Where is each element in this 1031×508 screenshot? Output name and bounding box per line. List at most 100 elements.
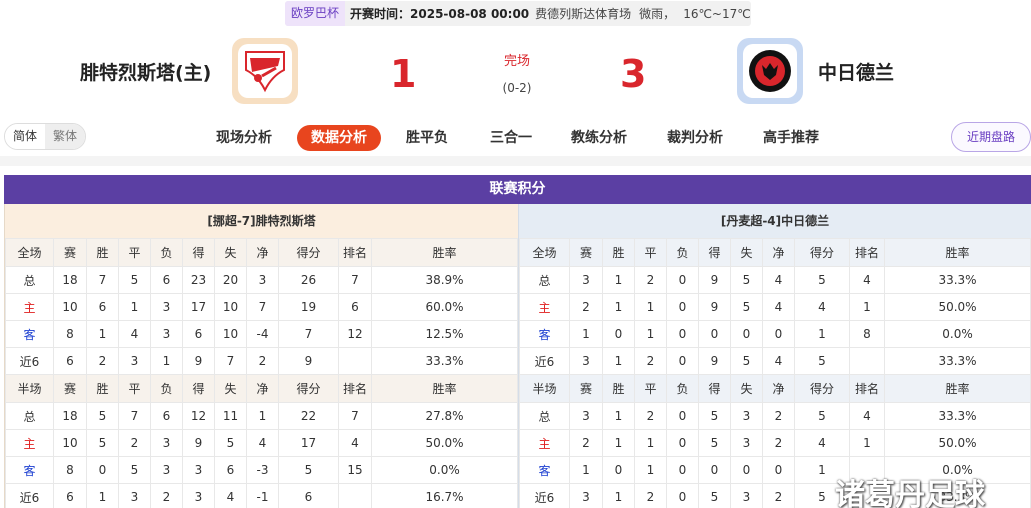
- table-cell: 7: [278, 320, 339, 348]
- table-cell: 2: [634, 266, 667, 294]
- table-cell: -4: [246, 320, 279, 348]
- row-label: 客: [519, 456, 570, 484]
- table-cell: 18: [53, 266, 87, 294]
- table-row: 客 1 0 1 0 0 0 0 1 8 0.0%: [519, 320, 1031, 348]
- table-cell: 4: [762, 266, 795, 294]
- table-cell: 2: [118, 429, 151, 457]
- table-cell: 1: [246, 402, 279, 430]
- table-cell: 0: [666, 347, 699, 375]
- table-cell: 4: [849, 402, 885, 430]
- table-cell: 1: [602, 483, 635, 508]
- tab-live-analysis[interactable]: 现场分析: [216, 125, 272, 151]
- recent-odds-button[interactable]: 近期盘路: [951, 122, 1031, 152]
- match-page: 欧罗巴杯 开赛时间：2025-08-08 00:00 费德列斯达体育场 微雨， …: [0, 0, 1031, 508]
- table-cell: 3: [246, 266, 279, 294]
- tab-coach-analysis[interactable]: 教练分析: [571, 125, 627, 151]
- table-cell: 5: [794, 347, 850, 375]
- table-cell: 1: [849, 293, 885, 321]
- table-cell: 9: [182, 429, 215, 457]
- table-cell: 1: [849, 429, 885, 457]
- table-cell: 38.9%: [371, 266, 518, 294]
- table-cell: 2: [246, 347, 279, 375]
- table-cell: 20: [214, 266, 247, 294]
- row-label: 主: [5, 429, 54, 457]
- table-cell: 4: [246, 429, 279, 457]
- league-tag[interactable]: 欧罗巴杯: [285, 1, 346, 26]
- table-cell: 2: [569, 293, 603, 321]
- tab-win-draw-lose[interactable]: 胜平负: [406, 125, 448, 151]
- row-label: 客: [5, 320, 54, 348]
- table-cell: 12.5%: [371, 320, 518, 348]
- table-cell: 9: [182, 347, 215, 375]
- away-team-logo[interactable]: [737, 38, 803, 104]
- home-standings-table: 全场赛胜平负得失净得分 排名 胜率总 18 7 5 6 23 20 3 26 7 38.9% 主 10 6 1 3…: [5, 238, 518, 508]
- row-label: 总: [519, 402, 570, 430]
- table-cell: [849, 347, 885, 375]
- table-cell: 33.3%: [884, 347, 1031, 375]
- away-standings-title: [丹麦超-4]中日德兰: [519, 204, 1031, 238]
- halftime-score: (0-2): [502, 81, 532, 95]
- column-header: 失: [730, 238, 763, 267]
- table-cell: 18: [53, 402, 87, 430]
- section-label: 半场: [5, 374, 54, 403]
- column-header: 赛: [53, 374, 87, 403]
- column-header: 胜: [602, 238, 635, 267]
- table-cell: 5: [118, 266, 151, 294]
- table-cell: 1: [634, 293, 667, 321]
- table-cell: 0: [666, 320, 699, 348]
- column-header: 赛: [569, 238, 603, 267]
- section-label: 全场: [519, 238, 570, 267]
- table-cell: 2: [150, 483, 183, 508]
- away-standings: [丹麦超-4]中日德兰 全场赛胜平负得失净得分 排名 胜率总 3 1 2 0 9 5 4 5 4 33.…: [518, 204, 1031, 508]
- fredrikstad-crest-icon: [245, 51, 285, 93]
- table-cell: 5: [698, 483, 731, 508]
- table-cell: 7: [118, 402, 151, 430]
- table-cell: 0: [666, 456, 699, 484]
- away-score: 3: [620, 52, 647, 96]
- tab-referee-analysis[interactable]: 裁判分析: [667, 125, 723, 151]
- away-team-name[interactable]: 中日德兰: [818, 58, 894, 85]
- home-team-name[interactable]: 腓特烈斯塔(主): [80, 58, 211, 85]
- table-cell: 6: [53, 347, 87, 375]
- row-label: 总: [5, 402, 54, 430]
- half-header-row: 半场赛胜平负得失净得分 排名 胜率: [5, 374, 518, 403]
- tab-three-in-one[interactable]: 三合一: [490, 125, 532, 151]
- lang-traditional-button[interactable]: 繁体: [45, 124, 85, 149]
- weather: 微雨，: [639, 7, 676, 21]
- column-header: 胜率: [884, 238, 1031, 267]
- row-label: 主: [519, 293, 570, 321]
- table-cell: 5: [214, 429, 247, 457]
- column-header: 得分: [278, 238, 339, 267]
- table-cell: 5: [698, 429, 731, 457]
- table-cell: 1: [794, 320, 850, 348]
- table-cell: 2: [634, 402, 667, 430]
- table-cell: 3: [569, 402, 603, 430]
- column-header: 失: [214, 374, 247, 403]
- midtjylland-crest-icon: [749, 50, 791, 92]
- column-header: 赛: [53, 238, 87, 267]
- table-cell: 5: [730, 266, 763, 294]
- row-label: 主: [519, 429, 570, 457]
- watermark: 诸葛丹足球: [835, 478, 985, 508]
- column-header: 得分: [794, 374, 850, 403]
- row-label: 主: [5, 293, 54, 321]
- table-cell: 6: [214, 456, 247, 484]
- tab-data-analysis[interactable]: 数据分析: [297, 125, 381, 151]
- table-cell: 6: [86, 293, 119, 321]
- tab-expert-picks[interactable]: 高手推荐: [763, 125, 819, 151]
- away-standings-table: 全场赛胜平负得失净得分 排名 胜率总 3 1 2 0 9 5 4 5 4 33.3% 主 2 1 1 0 9 5 4 4 1…: [519, 238, 1031, 508]
- full-header-row: 全场赛胜平负得失净得分 排名 胜率: [5, 238, 518, 267]
- table-cell: 1: [602, 429, 635, 457]
- table-cell: 7: [246, 293, 279, 321]
- column-header: 负: [666, 238, 699, 267]
- table-cell: 19: [278, 293, 339, 321]
- lang-simplified-button[interactable]: 简体: [5, 124, 45, 149]
- column-header: 胜率: [884, 374, 1031, 403]
- column-header: 胜率: [371, 374, 518, 403]
- table-cell: 11: [214, 402, 247, 430]
- home-team-logo[interactable]: [232, 38, 298, 104]
- column-header: 胜: [86, 238, 119, 267]
- table-row: 总 18 7 5 6 23 20 3 26 7 38.9%: [5, 266, 518, 294]
- table-cell: 7: [214, 347, 247, 375]
- table-cell: 50.0%: [884, 293, 1031, 321]
